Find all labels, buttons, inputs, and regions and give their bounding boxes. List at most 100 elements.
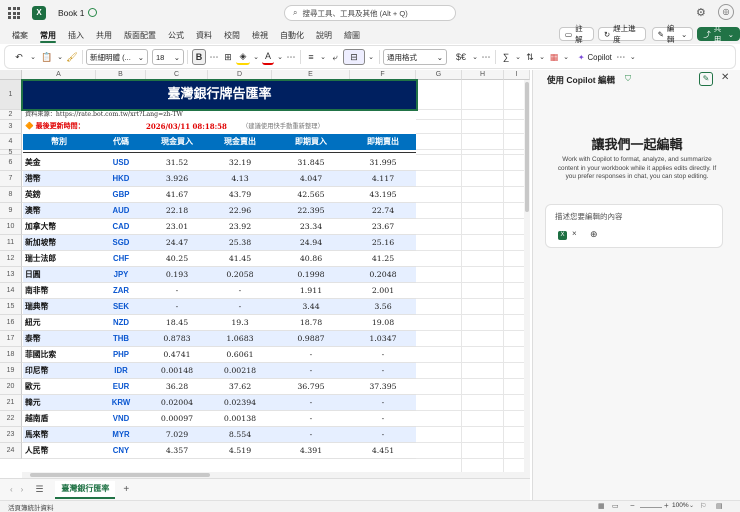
- rate-cell[interactable]: 0.02394: [208, 395, 272, 411]
- rate-cell[interactable]: 0.6061: [208, 347, 272, 363]
- autosum-icon[interactable]: ∑: [500, 49, 512, 65]
- rate-cell[interactable]: 36.28: [146, 379, 208, 395]
- rate-cell[interactable]: 25.16: [350, 235, 416, 251]
- autosum-dropdown-icon[interactable]: ⌄: [514, 49, 522, 65]
- rate-cell[interactable]: 0.02004: [146, 395, 208, 411]
- rate-cell[interactable]: -: [350, 363, 416, 379]
- undo-icon[interactable]: ↶: [12, 49, 26, 65]
- currency-code-cell[interactable]: IDR: [96, 363, 146, 379]
- rate-cell[interactable]: 25.38: [208, 235, 272, 251]
- new-chat-button[interactable]: ✎: [699, 72, 713, 86]
- rate-cell[interactable]: 0.4741: [146, 347, 208, 363]
- app-launcher-icon[interactable]: [8, 7, 20, 19]
- format-painter-icon[interactable]: 🖌: [66, 49, 78, 65]
- rate-cell[interactable]: 31.995: [350, 155, 416, 171]
- column-header[interactable]: C: [146, 70, 208, 80]
- rate-cell[interactable]: 0.00138: [208, 411, 272, 427]
- select-all-corner[interactable]: [0, 70, 22, 80]
- tab-1[interactable]: 常用: [34, 26, 62, 44]
- currency-code-cell[interactable]: ZAR: [96, 283, 146, 299]
- row-header[interactable]: 22: [0, 411, 22, 427]
- tab-10[interactable]: 說明: [310, 26, 338, 44]
- rate-cell[interactable]: -: [272, 347, 350, 363]
- row-header[interactable]: 8: [0, 187, 22, 203]
- sheet-tab-active[interactable]: 臺灣銀行匯率: [55, 480, 116, 499]
- currency-code-cell[interactable]: AUD: [96, 203, 146, 219]
- all-sheets-icon[interactable]: ☰: [35, 484, 43, 495]
- table-header-cell[interactable]: 現金買入: [146, 134, 208, 150]
- rate-cell[interactable]: 4.451: [350, 443, 416, 459]
- rate-cell[interactable]: 31.52: [146, 155, 208, 171]
- conditional-format-icon[interactable]: ▦: [548, 49, 560, 65]
- currency-code-cell[interactable]: GBP: [96, 187, 146, 203]
- rate-cell[interactable]: -: [208, 283, 272, 299]
- rate-cell[interactable]: 0.00218: [208, 363, 272, 379]
- currency-icon[interactable]: $€: [453, 49, 469, 65]
- rate-cell[interactable]: 22.96: [208, 203, 272, 219]
- tab-3[interactable]: 共用: [90, 26, 118, 44]
- column-header[interactable]: F: [350, 70, 416, 80]
- rate-cell[interactable]: 19.08: [350, 315, 416, 331]
- currency-name-cell[interactable]: 馬來幣: [22, 427, 96, 443]
- currency-name-cell[interactable]: 加拿大幣: [22, 219, 96, 235]
- currency-code-cell[interactable]: SGD: [96, 235, 146, 251]
- currency-name-cell[interactable]: 紐元: [22, 315, 96, 331]
- rate-cell[interactable]: -: [146, 299, 208, 315]
- row-header[interactable]: 20: [0, 379, 22, 395]
- rate-cell[interactable]: 19.3: [208, 315, 272, 331]
- updated-label-cell[interactable]: 🔶 最後更新時間：: [25, 120, 85, 134]
- rate-cell[interactable]: 1.0683: [208, 331, 272, 347]
- font-color-icon[interactable]: A: [262, 49, 274, 65]
- rate-cell[interactable]: 4.519: [208, 443, 272, 459]
- rate-cell[interactable]: -: [350, 347, 416, 363]
- column-header[interactable]: D: [208, 70, 272, 80]
- rate-cell[interactable]: 0.00148: [146, 363, 208, 379]
- font-color-dropdown-icon[interactable]: ⌄: [276, 49, 284, 65]
- prev-sheet-icon[interactable]: ‹: [10, 485, 13, 494]
- copilot-input[interactable]: 描述您要編輯的內容: [555, 211, 623, 222]
- rate-cell[interactable]: 0.8783: [146, 331, 208, 347]
- borders-icon[interactable]: ⊞: [222, 49, 234, 65]
- rate-cell[interactable]: 3.44: [272, 299, 350, 315]
- row-header[interactable]: 15: [0, 299, 22, 315]
- close-icon[interactable]: ✕: [721, 72, 729, 83]
- table-header-cell[interactable]: 即期賣出: [350, 134, 416, 150]
- merge-dropdown-icon[interactable]: ⌄: [367, 49, 375, 65]
- row-header[interactable]: 17: [0, 331, 22, 347]
- comments-button[interactable]: ▭ 註解: [559, 24, 594, 44]
- rate-cell[interactable]: -: [272, 427, 350, 443]
- currency-code-cell[interactable]: SEK: [96, 299, 146, 315]
- column-header[interactable]: E: [272, 70, 350, 80]
- rate-cell[interactable]: 24.94: [272, 235, 350, 251]
- copilot-button[interactable]: ✦ Copilot: [575, 49, 615, 65]
- tab-8[interactable]: 檢視: [246, 26, 274, 44]
- paste-dropdown-icon[interactable]: ⌄: [56, 49, 64, 65]
- rate-cell[interactable]: -: [146, 283, 208, 299]
- sheet-title-cell[interactable]: 臺灣銀行牌告匯率: [21, 79, 418, 111]
- tab-2[interactable]: 插入: [62, 26, 90, 44]
- zoom-level[interactable]: 100%: [672, 502, 689, 509]
- more-icon[interactable]: ⋯: [481, 49, 491, 65]
- add-sheet-button[interactable]: +: [123, 484, 129, 495]
- row-header[interactable]: 2: [0, 110, 22, 120]
- settings-icon[interactable]: ⚙: [696, 6, 706, 19]
- row-header[interactable]: 18: [0, 347, 22, 363]
- rate-cell[interactable]: 7.029: [146, 427, 208, 443]
- updated-time-cell[interactable]: 2026/03/11 08:18:58: [146, 120, 227, 134]
- zoom-dropdown-icon[interactable]: ⌄: [689, 502, 694, 509]
- tab-6[interactable]: 資料: [190, 26, 218, 44]
- rate-cell[interactable]: -: [272, 411, 350, 427]
- view-normal-icon[interactable]: ▦: [598, 502, 605, 510]
- currency-code-cell[interactable]: CNY: [96, 443, 146, 459]
- rate-cell[interactable]: 1.0347: [350, 331, 416, 347]
- note-cell[interactable]: （建議使用快手動重新整理）: [242, 120, 324, 134]
- globe-icon[interactable]: ⊕: [590, 229, 598, 240]
- row-header[interactable]: 9: [0, 203, 22, 219]
- rate-cell[interactable]: 41.45: [208, 251, 272, 267]
- rate-cell[interactable]: 2.001: [350, 283, 416, 299]
- currency-code-cell[interactable]: THB: [96, 331, 146, 347]
- currency-code-cell[interactable]: NZD: [96, 315, 146, 331]
- spreadsheet-grid[interactable]: A B C D E F G H I 1 2 3 4 5 6 7 8 9 10 11 12 13 14 15 16 17 18 19 20…: [0, 70, 530, 478]
- horizontal-scroll-thumb[interactable]: [30, 473, 210, 477]
- sheet-view-icon[interactable]: ▤: [716, 502, 723, 510]
